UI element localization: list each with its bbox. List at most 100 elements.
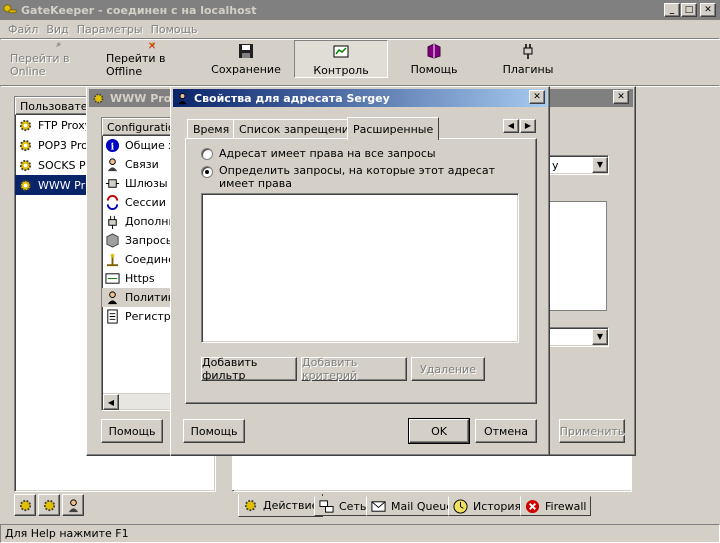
tab-action[interactable]: Действие: [238, 494, 324, 517]
control-label: Контроль: [313, 64, 369, 77]
tree-item-label: Https: [125, 272, 155, 285]
tab-advanced-label: Расширенные: [353, 122, 434, 136]
main-titlebar: GateKeeper - соединен с на localhost: [0, 0, 720, 20]
radio-button[interactable]: [201, 147, 213, 160]
gear-icon: [19, 179, 32, 191]
tab-scroll-right-button[interactable]: ▶: [520, 119, 536, 133]
status-bar: Для Help нажмите F1: [0, 524, 720, 543]
properties-close-button[interactable]: ✕: [529, 90, 545, 104]
tab-deny-list[interactable]: Список запрещений: [233, 119, 363, 139]
menu-bar: Файл Вид Параметры Помощь: [0, 20, 720, 38]
tab-action-label: Действие: [263, 498, 319, 512]
tab-network-label: Сеть: [339, 499, 367, 513]
users-view-tab[interactable]: [14, 494, 36, 516]
save-button[interactable]: Сохранение: [204, 40, 288, 78]
person-icon: [178, 92, 187, 104]
help-toolbar-label: Помощь: [410, 63, 458, 76]
menu-view[interactable]: Вид: [46, 23, 68, 36]
ok-button[interactable]: OK: [408, 418, 470, 444]
person-icon: [107, 158, 118, 172]
apply-button[interactable]: Применить: [559, 419, 625, 443]
tree-item-label: Сессии: [125, 196, 166, 209]
apply-label: Применить: [559, 424, 625, 438]
users-header-label: Пользовате: [20, 99, 88, 113]
list-item-label: SOCKS P: [38, 158, 86, 172]
radio-button-checked[interactable]: [201, 166, 213, 178]
tab-deny-list-label: Список запрещений: [239, 122, 357, 136]
properties-title: Свойства для адресата Sergey: [194, 91, 390, 105]
tab-network[interactable]: Сеть: [314, 496, 372, 516]
proxy-combo-2[interactable]: ▼: [547, 327, 609, 347]
go-online-button[interactable]: Перейти в Online: [10, 40, 106, 78]
chevron-down-icon[interactable]: ▼: [592, 157, 608, 173]
go-offline-button[interactable]: Перейти в Offline: [106, 40, 198, 78]
menu-file[interactable]: Файл: [8, 23, 38, 36]
scroll-left-button[interactable]: ◀: [103, 394, 119, 410]
dialog-help-button[interactable]: Помощь: [183, 419, 245, 443]
proxy-combo[interactable]: y ▼: [547, 155, 609, 175]
key-offline-icon: [149, 42, 155, 49]
info-icon: i: [105, 138, 120, 152]
tree-item-label: Соедине: [125, 253, 175, 266]
proxy-right-frame: [549, 201, 607, 311]
plug-icon: [108, 215, 117, 229]
document-icon: [107, 309, 118, 324]
plugins-button[interactable]: Плагины: [486, 40, 570, 78]
gatekeeper-key-icon: [3, 4, 17, 14]
ok-label: OK: [431, 424, 447, 438]
help-toolbar-button[interactable]: Помощь: [392, 40, 476, 78]
tree-item-label: Общие х: [125, 139, 175, 152]
tree-item-label: Связи: [125, 158, 159, 171]
tab-scroll-left-button[interactable]: ◀: [503, 119, 519, 133]
control-button[interactable]: Контроль: [294, 40, 388, 78]
chevron-down-icon[interactable]: ▼: [592, 329, 608, 345]
list-item-label: FTP Proxy: [38, 118, 92, 132]
requests-list[interactable]: [201, 193, 519, 343]
close-button[interactable]: ✕: [700, 3, 716, 17]
radio-define-requests[interactable]: Определить запросы, на которые этот адре…: [201, 164, 511, 190]
cancel-label: Отмена: [483, 424, 529, 438]
policy-person-icon: [107, 291, 118, 305]
tree-item-label: Дополни: [125, 215, 176, 228]
gear-icon: [19, 139, 32, 151]
save-label: Сохранение: [211, 63, 281, 76]
properties-dialog: Свойства для адресата Sergey ✕ Время Спи…: [170, 86, 550, 456]
proxy-help-button[interactable]: Помощь: [101, 419, 163, 443]
add-criteria-label: Добавить критерий: [302, 356, 358, 382]
list-item-label: WWW Pr: [38, 178, 86, 192]
dialog-help-label: Помощь: [190, 424, 238, 438]
tab-firewall[interactable]: Firewall: [520, 496, 592, 516]
cancel-button[interactable]: Отмена: [475, 419, 537, 443]
gear-icon: [93, 93, 104, 103]
person-view-tab[interactable]: [62, 494, 84, 516]
menu-parameters[interactable]: Параметры: [77, 23, 143, 36]
radio-define-label: Определить запросы, на которые этот адре…: [219, 164, 496, 190]
go-online-label: Перейти в Online: [10, 52, 70, 78]
minimize-button[interactable]: _: [664, 3, 680, 17]
floppy-icon: [239, 44, 253, 58]
www-proxy-close-button[interactable]: ✕: [613, 90, 629, 104]
tree-item-label: Запросы: [125, 234, 175, 247]
proxy-help-label: Помощь: [108, 424, 156, 438]
tab-advanced[interactable]: Расширенные: [347, 117, 440, 140]
firewall-stop-icon: [525, 499, 540, 513]
status-text: Для Help нажмите F1: [5, 527, 129, 540]
menu-help[interactable]: Помощь: [151, 23, 198, 36]
gear-icon: [19, 119, 32, 131]
window-title: GateKeeper - соединен с на localhost: [21, 3, 257, 17]
cube-icon: [106, 233, 119, 248]
maximize-button[interactable]: □: [681, 3, 697, 17]
delete-button[interactable]: Удаление: [411, 357, 485, 381]
add-filter-label: Добавить фильтр: [202, 356, 258, 382]
tab-time[interactable]: Время: [187, 119, 236, 139]
tab-history[interactable]: История: [448, 496, 527, 516]
gear-icon: [43, 499, 55, 511]
services-view-tab[interactable]: [38, 494, 60, 516]
clock-icon: [453, 498, 468, 514]
add-criteria-button[interactable]: Добавить критерий: [301, 356, 407, 382]
tab-mail-queue[interactable]: Mail Queue: [366, 496, 458, 516]
radio-all-label: Адресат имеет права на все запросы: [219, 147, 436, 160]
help-book-icon: [427, 43, 441, 59]
add-filter-button[interactable]: Добавить фильтр: [201, 356, 297, 382]
radio-all-requests[interactable]: Адресат имеет права на все запросы: [201, 147, 436, 160]
